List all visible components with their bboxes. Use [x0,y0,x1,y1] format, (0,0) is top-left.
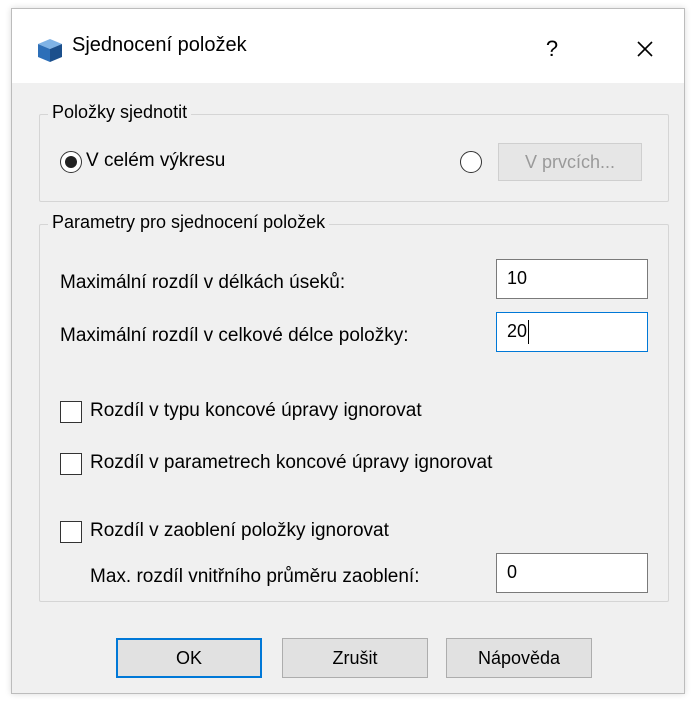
ok-button[interactable]: OK [116,638,262,678]
max-segment-diff-input[interactable]: 10 [496,259,648,299]
title-bar[interactable]: Sjednocení položek ? [12,9,684,83]
text-caret [528,320,530,345]
cube-icon [38,39,62,62]
max-segment-diff-label: Maximální rozdíl v délkách úseků: [60,272,346,293]
radio-whole-drawing-label[interactable]: V celém výkresu [86,150,225,172]
radio-selected-dot [65,156,77,168]
radio-in-elements[interactable] [460,151,482,173]
in-elements-button[interactable]: V prvcích... [498,143,642,181]
cancel-button[interactable]: Zrušit [282,638,428,678]
ignore-end-params-checkbox[interactable] [60,453,82,475]
params-group-label: Parametry pro sjednocení položek [48,212,330,233]
ignore-end-params-label[interactable]: Rozdíl v parametrech koncové úpravy igno… [90,452,492,474]
close-icon[interactable] [620,31,670,67]
ignore-rounding-label[interactable]: Rozdíl v zaoblení položky ignorovat [90,520,389,542]
ignore-end-type-label[interactable]: Rozdíl v typu koncové úpravy ignorovat [90,400,422,422]
max-inner-diameter-input[interactable]: 0 [496,553,648,593]
ignore-end-type-checkbox[interactable] [60,401,82,423]
help-button[interactable]: Nápověda [446,638,592,678]
help-title-button[interactable]: ? [532,31,572,67]
max-inner-diameter-label: Max. rozdíl vnitřního průměru zaoblení: [90,566,420,587]
max-total-diff-value: 20 [507,321,528,341]
max-total-diff-input[interactable]: 20 [496,312,648,352]
params-group: Parametry pro sjednocení položek Maximál… [39,212,669,602]
radio-whole-drawing[interactable] [60,151,82,173]
window-title: Sjednocení položek [72,34,247,56]
scope-group: Položky sjednotit V celém výkresu V prvc… [39,102,669,202]
dialog-window: Sjednocení položek ? Položky sjednotit V… [11,8,685,694]
max-total-diff-label: Maximální rozdíl v celkové délce položky… [60,325,409,346]
ignore-rounding-checkbox[interactable] [60,521,82,543]
scope-group-label: Položky sjednotit [48,102,192,123]
